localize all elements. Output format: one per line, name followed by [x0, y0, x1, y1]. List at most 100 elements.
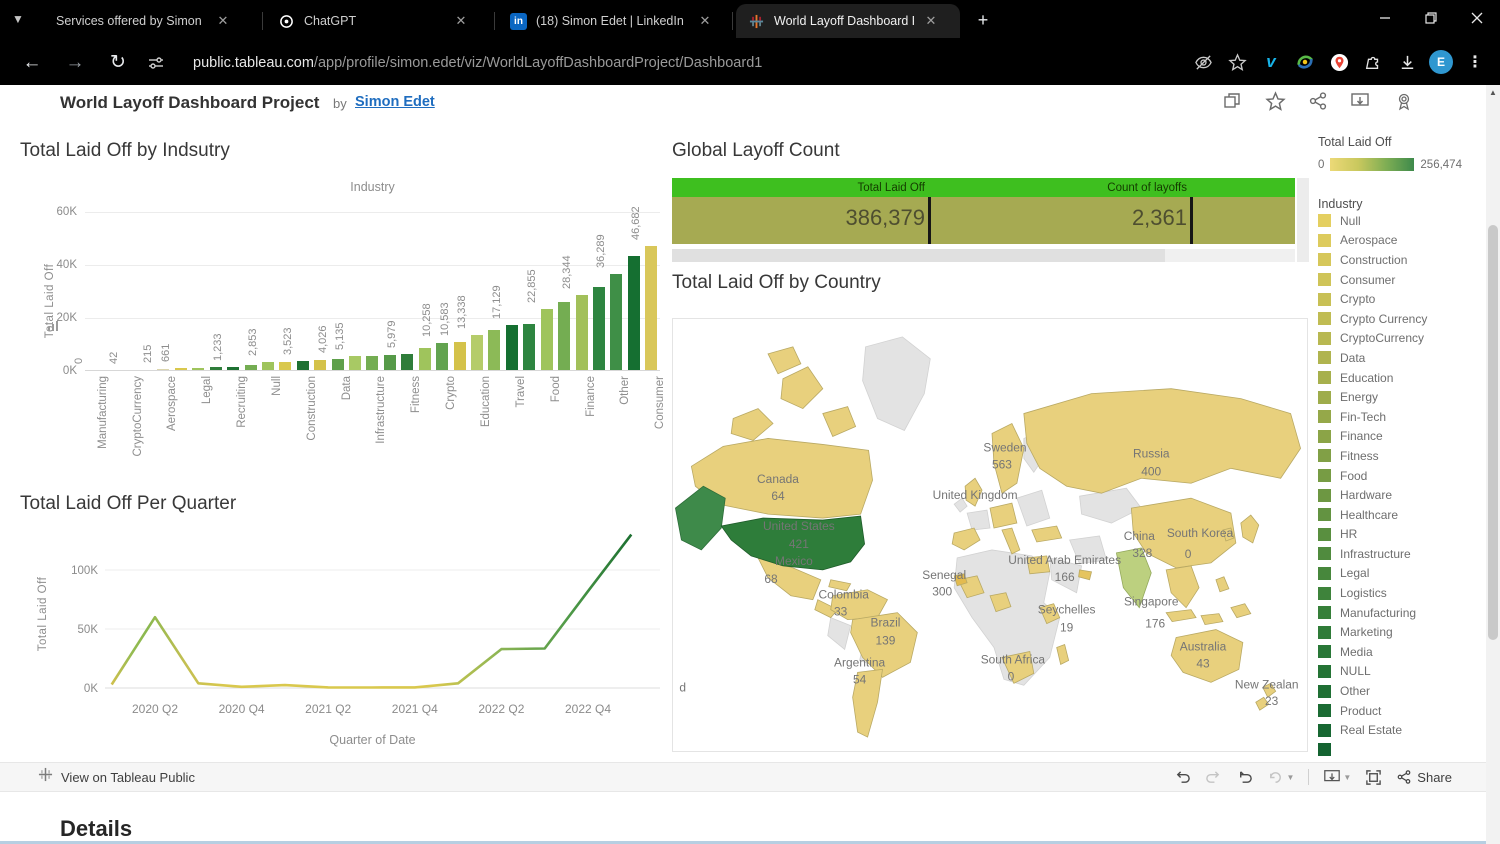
- menu-kebab-icon[interactable]: ⋮: [1458, 45, 1492, 79]
- tracking-protection-eye-off-icon[interactable]: [1186, 45, 1220, 79]
- bar-column[interactable]: [102, 212, 119, 370]
- tab-services[interactable]: Services offered by Simon Edet ✕: [44, 4, 256, 38]
- legend-item[interactable]: Fitness: [1318, 446, 1473, 466]
- bar[interactable]: [384, 355, 396, 370]
- copy-workbook-icon[interactable]: [1222, 91, 1246, 115]
- tab-close-icon[interactable]: ✕: [214, 12, 232, 30]
- bar[interactable]: [157, 369, 169, 370]
- page-scrollbar[interactable]: ▲: [1486, 85, 1500, 844]
- bar-column[interactable]: 1,233Recruiting: [224, 212, 241, 370]
- bar-column[interactable]: 661: [172, 212, 189, 370]
- line-chart-plot[interactable]: 0K50K100K2020 Q22020 Q42021 Q22021 Q4202…: [20, 525, 665, 730]
- share-button[interactable]: Share: [1396, 769, 1452, 785]
- bar-column[interactable]: 10,583: [451, 212, 468, 370]
- bar-column[interactable]: [555, 212, 572, 370]
- bar-column[interactable]: [416, 212, 433, 370]
- favorite-star-icon[interactable]: [1265, 91, 1289, 115]
- legend-item[interactable]: Healthcare: [1318, 505, 1473, 525]
- bar[interactable]: [541, 309, 553, 370]
- bar[interactable]: [332, 359, 344, 370]
- bar[interactable]: [366, 356, 378, 370]
- bar-column[interactable]: 5,135: [346, 212, 363, 370]
- fullscreen-icon[interactable]: [1365, 769, 1382, 786]
- scrollbar-up-arrow[interactable]: ▲: [1486, 88, 1500, 97]
- legend-item[interactable]: Other: [1318, 681, 1473, 701]
- bar[interactable]: [576, 295, 588, 370]
- share-icon[interactable]: [1308, 91, 1332, 115]
- legend-item[interactable]: Manufacturing: [1318, 603, 1473, 623]
- bar-column[interactable]: 22,855Food: [538, 212, 555, 370]
- table-vertical-scrollbar[interactable]: [1297, 178, 1309, 262]
- redo-icon[interactable]: [1205, 769, 1222, 786]
- tab-chatgpt[interactable]: ChatGPT ✕: [266, 4, 492, 38]
- bar[interactable]: [314, 360, 326, 370]
- bar[interactable]: [227, 367, 239, 370]
- bar-column[interactable]: 10,258Crypto: [433, 212, 450, 370]
- bar[interactable]: [645, 246, 657, 370]
- bar-column[interactable]: 42CryptoCurrency: [120, 212, 137, 370]
- extensions-puzzle-icon[interactable]: [1356, 45, 1390, 79]
- bar-column[interactable]: Infrastructure: [364, 212, 381, 370]
- tab-tableau-active[interactable]: World Layoff Dashboard Project ✕: [736, 4, 960, 38]
- bar-column[interactable]: 3,523Construction: [294, 212, 311, 370]
- legend-item[interactable]: Consumer: [1318, 270, 1473, 290]
- reset-icon[interactable]: [1236, 769, 1253, 786]
- legend-item[interactable]: Product: [1318, 701, 1473, 721]
- bar[interactable]: [210, 367, 222, 370]
- bar[interactable]: [610, 274, 622, 370]
- legend-item[interactable]: Aerospace: [1318, 231, 1473, 251]
- bar[interactable]: [297, 361, 309, 370]
- tab-close-icon[interactable]: ✕: [696, 12, 714, 30]
- bar-column[interactable]: 5,979Fitness: [399, 212, 416, 370]
- bar-column[interactable]: 0Manufacturing: [85, 212, 102, 370]
- legend-item[interactable]: Null: [1318, 211, 1473, 231]
- view-on-tableau-public[interactable]: View on Tableau Public: [38, 767, 195, 787]
- scrollbar-thumb[interactable]: [672, 249, 1165, 262]
- legend-item[interactable]: Construction: [1318, 250, 1473, 270]
- author-link[interactable]: Simon Edet: [355, 94, 435, 110]
- legend-item[interactable]: Education: [1318, 368, 1473, 388]
- profile-avatar[interactable]: E: [1424, 45, 1458, 79]
- undo-icon[interactable]: [1174, 769, 1191, 786]
- scrollbar-thumb[interactable]: [1488, 225, 1498, 640]
- bar[interactable]: [419, 348, 431, 370]
- bar-column[interactable]: 2,853Null: [259, 212, 276, 370]
- legend-item[interactable]: Data: [1318, 348, 1473, 368]
- legend-item[interactable]: Hardware: [1318, 485, 1473, 505]
- site-settings-icon[interactable]: [139, 46, 173, 80]
- bar[interactable]: [523, 324, 535, 370]
- legend-item[interactable]: NULL: [1318, 662, 1473, 682]
- bar[interactable]: [175, 368, 187, 370]
- bar-column[interactable]: 28,344Finance: [573, 212, 590, 370]
- new-tab-button[interactable]: +: [972, 10, 994, 32]
- legend-item[interactable]: Legal: [1318, 564, 1473, 584]
- legend-item[interactable]: [1318, 740, 1473, 760]
- legend-item[interactable]: Food: [1318, 466, 1473, 486]
- close-window-button[interactable]: [1454, 0, 1500, 36]
- download-icon[interactable]: [1350, 91, 1374, 115]
- legend-item[interactable]: Crypto: [1318, 289, 1473, 309]
- tab-close-icon[interactable]: ✕: [922, 12, 940, 30]
- bar[interactable]: [436, 343, 448, 370]
- legend-item[interactable]: CryptoCurrency: [1318, 329, 1473, 349]
- legend-item[interactable]: Marketing: [1318, 622, 1473, 642]
- back-button[interactable]: ←: [21, 52, 43, 74]
- idm-extension-icon[interactable]: [1288, 45, 1322, 79]
- bar[interactable]: [279, 362, 291, 370]
- bar[interactable]: [506, 325, 518, 370]
- tab-list-chevron-icon[interactable]: ▼: [12, 12, 24, 26]
- bar-column[interactable]: 17,129Travel: [503, 212, 520, 370]
- gradient-legend[interactable]: 0 256,474: [1318, 158, 1473, 171]
- bar[interactable]: [245, 365, 257, 370]
- bar[interactable]: [593, 287, 605, 370]
- vimeo-extension-icon[interactable]: v: [1254, 45, 1288, 79]
- bar-column[interactable]: Legal: [190, 212, 207, 370]
- restore-button[interactable]: [1408, 0, 1454, 36]
- bar[interactable]: [192, 368, 204, 370]
- bar-column[interactable]: 46,682Consumer: [643, 212, 660, 370]
- bar-column[interactable]: 36,289Other: [608, 212, 625, 370]
- bar[interactable]: [628, 256, 640, 370]
- global-count-table[interactable]: Total Laid Off Count of layoffs 386,379 …: [672, 178, 1295, 244]
- forward-button[interactable]: →: [64, 52, 86, 74]
- map-canvas[interactable]: Canada64Sweden563United KingdomRussia400…: [673, 319, 1307, 751]
